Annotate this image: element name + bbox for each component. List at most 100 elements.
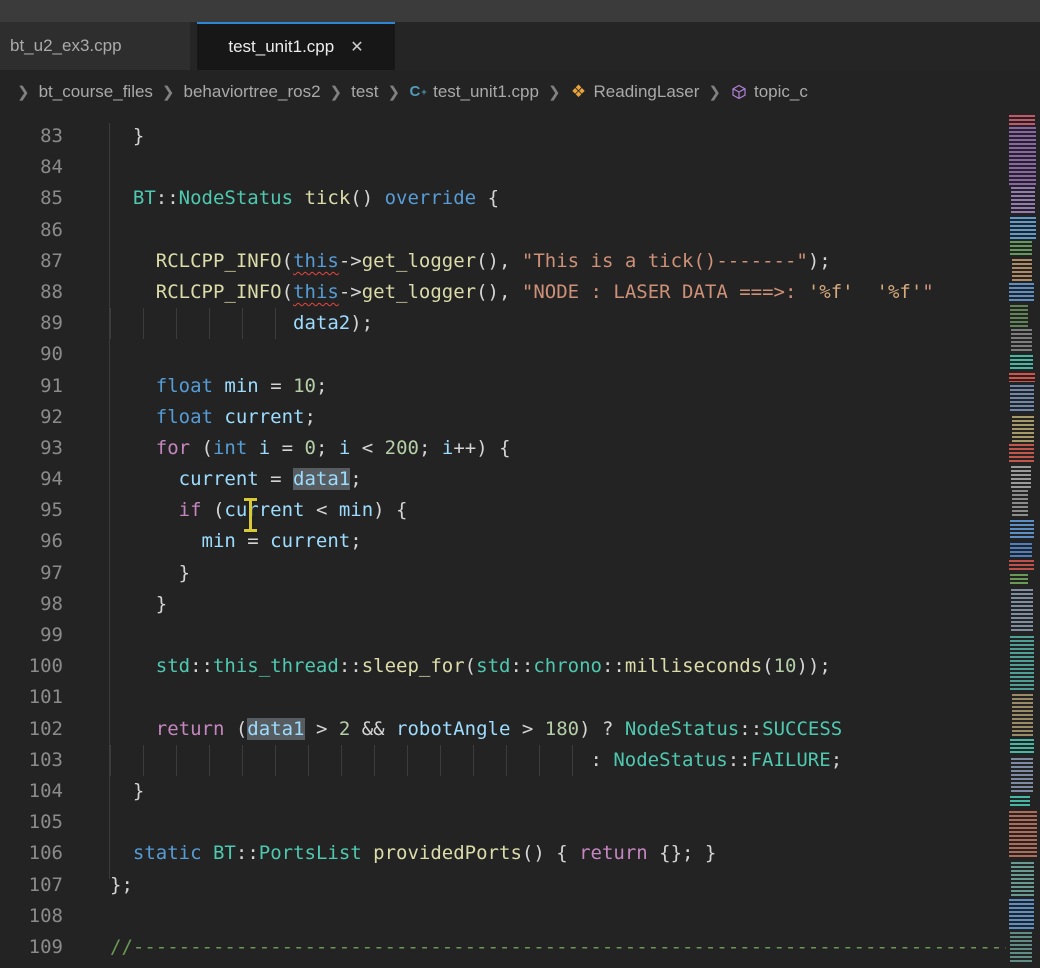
code-line-106[interactable]: 106 static BT::PortsList providedPorts()…: [0, 838, 1006, 869]
breadcrumb-item-test-unit1-cpp[interactable]: C+test_unit1.cpp: [409, 82, 539, 102]
code-token: ) ?: [579, 718, 625, 740]
code-token: ": [922, 281, 933, 303]
code-token: };: [110, 874, 133, 896]
code-token: }: [110, 780, 144, 802]
code-token: this_thread: [213, 655, 339, 677]
code-token: data1: [293, 468, 350, 490]
code-token: BT: [133, 187, 156, 209]
code-text: //--------------------------------------…: [110, 932, 1006, 963]
code-text: RCLCPP_INFO(this->get_logger(), "This is…: [110, 246, 831, 277]
cpp-file-icon: C+: [409, 83, 427, 101]
line-number: 90: [0, 339, 63, 370]
tab-bt-u2-ex3[interactable]: bt_u2_ex3.cpp: [0, 22, 190, 70]
code-line-95[interactable]: 95 if (current < min) {: [0, 495, 1006, 526]
code-line-94[interactable]: 94 current = data1;: [0, 464, 1006, 495]
code-token: NodeStatus: [625, 718, 739, 740]
minimap[interactable]: [1006, 113, 1040, 968]
code-token: milliseconds: [625, 655, 762, 677]
code-token: =: [259, 375, 293, 397]
code-line-99[interactable]: 99: [0, 620, 1006, 651]
breadcrumb-item-bt-course-files[interactable]: bt_course_files: [39, 82, 153, 102]
code-line-100[interactable]: 100 std::this_thread::sleep_for(std::chr…: [0, 651, 1006, 682]
line-number: 106: [0, 838, 63, 869]
code-token: ->: [339, 281, 362, 303]
code-token: [110, 406, 156, 428]
code-line-86[interactable]: 86: [0, 215, 1006, 246]
code-line-102[interactable]: 102 return (data1 > 2 && robotAngle > 18…: [0, 714, 1006, 745]
code-token: min: [202, 530, 236, 552]
code-token: [110, 499, 179, 521]
code-token: 0: [305, 437, 316, 459]
code-token: (: [202, 499, 225, 521]
minimap-block: [1009, 115, 1035, 125]
line-number: 86: [0, 215, 63, 246]
code-line-87[interactable]: 87 RCLCPP_INFO(this->get_logger(), "This…: [0, 246, 1006, 277]
code-token: 180: [545, 718, 579, 740]
code-token: [110, 530, 202, 552]
code-text: min = current;: [110, 526, 362, 557]
code-token: SUCCESS: [762, 718, 842, 740]
code-token: 200: [385, 437, 419, 459]
code-line-105[interactable]: 105: [0, 807, 1006, 838]
code-text: static BT::PortsList providedPorts() { r…: [110, 838, 716, 869]
code-token: [110, 718, 156, 740]
code-token: [110, 437, 156, 459]
code-line-97[interactable]: 97 }: [0, 558, 1006, 589]
code-token: current: [179, 468, 259, 490]
code-token: RCLCPP_INFO: [156, 281, 282, 303]
code-token: (: [762, 655, 773, 677]
tab-test-unit1[interactable]: test_unit1.cpp ✕: [197, 22, 395, 70]
code-pane[interactable]: 83 }8485 BT::NodeStatus tick() override …: [0, 121, 1006, 963]
breadcrumb-item-topic-c[interactable]: topic_c: [730, 82, 808, 102]
line-number: 91: [0, 371, 63, 402]
breadcrumb-label: ReadingLaser: [594, 82, 700, 102]
code-line-103[interactable]: 103 : NodeStatus::FAILURE;: [0, 745, 1006, 776]
code-line-108[interactable]: 108: [0, 901, 1006, 932]
code-line-83[interactable]: 83 }: [0, 121, 1006, 152]
minimap-block: [1011, 329, 1032, 351]
code-line-98[interactable]: 98 }: [0, 589, 1006, 620]
code-token: get_logger: [362, 250, 476, 272]
code-line-93[interactable]: 93 for (int i = 0; i < 200; i++) {: [0, 433, 1006, 464]
code-text: }: [110, 558, 190, 589]
code-line-107[interactable]: 107};: [0, 870, 1006, 901]
close-icon[interactable]: ✕: [350, 37, 363, 57]
code-token: >: [305, 718, 339, 740]
code-text: float min = 10;: [110, 371, 327, 402]
code-token: "NODE : LASER DATA ===>:: [522, 281, 808, 303]
breadcrumb-item-readinglaser[interactable]: ❖ReadingLaser: [570, 82, 700, 102]
breadcrumb-item-test[interactable]: test: [351, 82, 378, 102]
code-line-96[interactable]: 96 min = current;: [0, 526, 1006, 557]
code-token: );: [350, 312, 373, 334]
code-line-91[interactable]: 91 float min = 10;: [0, 371, 1006, 402]
minimap-block: [1011, 589, 1033, 633]
code-text: current = data1;: [110, 464, 362, 495]
code-line-90[interactable]: 90: [0, 339, 1006, 370]
code-line-92[interactable]: 92 float current;: [0, 402, 1006, 433]
code-token: {: [476, 187, 499, 209]
code-line-109[interactable]: 109//-----------------------------------…: [0, 932, 1006, 963]
line-number: 85: [0, 183, 63, 214]
code-token: ;: [316, 437, 339, 459]
code-token: ;: [419, 437, 442, 459]
code-token: current: [224, 499, 304, 521]
code-token: i: [259, 437, 270, 459]
code-line-88[interactable]: 88 RCLCPP_INFO(this->get_logger(), "NODE…: [0, 277, 1006, 308]
code-token: data1: [247, 718, 304, 740]
code-token: std: [476, 655, 510, 677]
code-line-84[interactable]: 84: [0, 152, 1006, 183]
line-number: 100: [0, 651, 63, 682]
code-line-101[interactable]: 101: [0, 682, 1006, 713]
code-line-85[interactable]: 85 BT::NodeStatus tick() override {: [0, 183, 1006, 214]
breadcrumb-item-behaviortree-ros2[interactable]: behaviortree_ros2: [184, 82, 321, 102]
code-editor[interactable]: 83 }8485 BT::NodeStatus tick() override …: [0, 113, 1040, 968]
minimap-block: [1012, 416, 1034, 442]
code-token: return: [156, 718, 225, 740]
minimap-block: [1012, 694, 1033, 736]
code-line-104[interactable]: 104 }: [0, 776, 1006, 807]
code-token: =: [259, 468, 293, 490]
code-token: "This is a tick()-------": [522, 250, 808, 272]
breadcrumb-label: bt_course_files: [39, 82, 153, 102]
code-line-89[interactable]: 89 data2);: [0, 308, 1006, 339]
code-token: (: [190, 437, 213, 459]
